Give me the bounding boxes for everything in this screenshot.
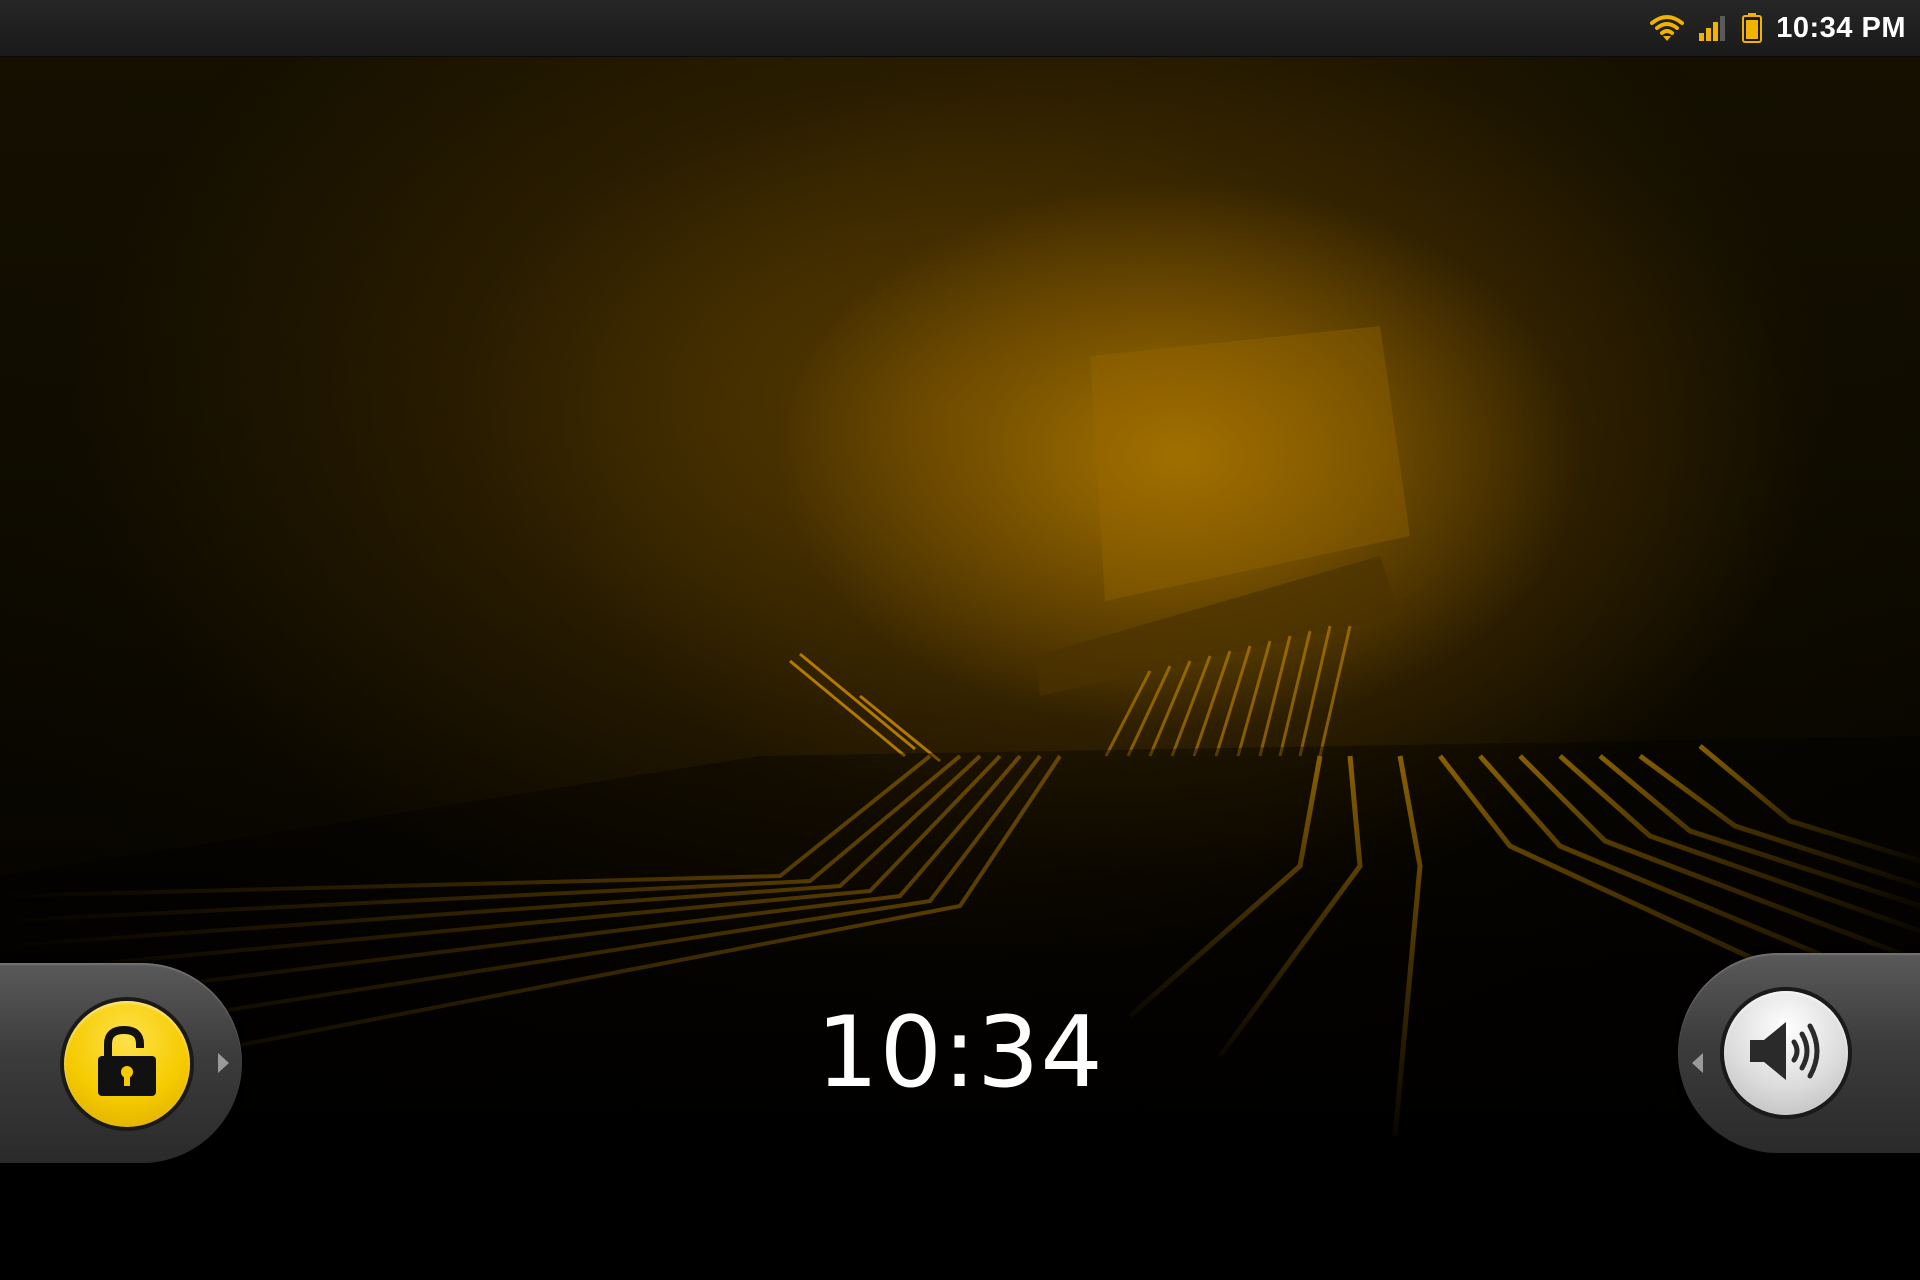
- sound-knob[interactable]: [1724, 991, 1848, 1115]
- battery-icon: [1742, 13, 1763, 43]
- slide-right-arrow-icon: [218, 1053, 229, 1073]
- slide-left-arrow-icon: [1692, 1053, 1703, 1073]
- unlock-slider-tab[interactable]: [0, 963, 242, 1163]
- sound-handle[interactable]: [1720, 987, 1852, 1119]
- unlock-handle[interactable]: [62, 999, 192, 1129]
- lockscreen-clock: 10:34: [816, 996, 1104, 1110]
- unlock-knob[interactable]: [64, 1001, 190, 1127]
- sound-slider-tab[interactable]: [1678, 953, 1920, 1153]
- status-icons: 10:34 PM: [1650, 0, 1906, 56]
- signal-icon: [1698, 14, 1728, 42]
- lock-screen: 10:34 PM 10:34: [0, 0, 1920, 1280]
- speaker-icon: [1746, 1016, 1826, 1090]
- status-bar: 10:34 PM: [0, 0, 1920, 57]
- wifi-icon: [1650, 14, 1685, 42]
- status-time: 10:34 PM: [1776, 11, 1906, 44]
- unlock-icon: [94, 1025, 160, 1102]
